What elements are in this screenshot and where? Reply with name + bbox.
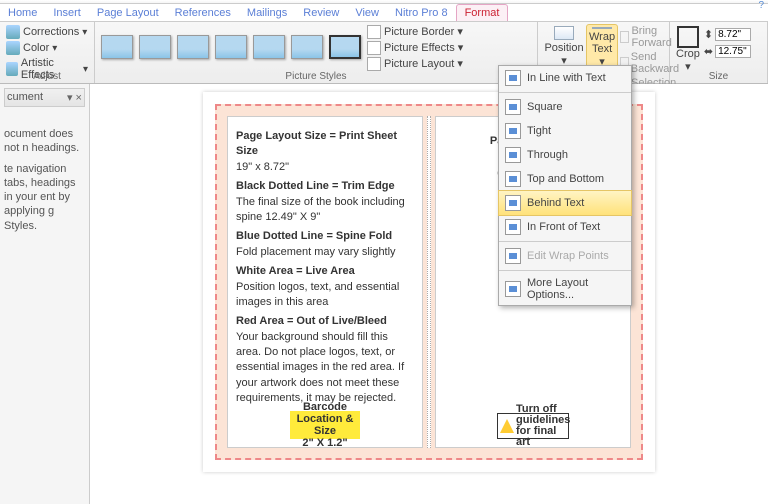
wrap-topbottom[interactable]: Top and Bottom — [499, 167, 631, 191]
tab-review[interactable]: Review — [295, 5, 347, 21]
wrap-inline[interactable]: In Line with Text — [499, 66, 631, 90]
tab-mailings[interactable]: Mailings — [239, 5, 295, 21]
tab-insert[interactable]: Insert — [45, 5, 89, 21]
color-button[interactable]: Color ▾ — [6, 40, 88, 56]
picture-layout-button[interactable]: Picture Layout ▾ — [367, 56, 469, 72]
style-thumb[interactable] — [139, 35, 171, 59]
wrap-text-button[interactable]: Wrap Text▾ — [586, 24, 618, 69]
wrap-topbottom-icon — [505, 171, 521, 187]
ribbon-tabs: Home Insert Page Layout References Maili… — [0, 4, 768, 22]
tab-pagelayout[interactable]: Page Layout — [89, 5, 167, 21]
wrap-more-options[interactable]: More Layout Options... — [499, 273, 631, 305]
tab-home[interactable]: Home — [0, 5, 45, 21]
wrap-text-menu: In Line with Text Square Tight Through T… — [498, 65, 632, 306]
height-icon: ⬍ — [704, 28, 713, 41]
more-options-icon — [505, 281, 521, 297]
wrap-inline-icon — [505, 70, 521, 86]
barcode-placeholder: Barcode Location & Size 2" X 1.2" — [290, 411, 360, 439]
width-icon: ⬌ — [704, 45, 713, 58]
wrap-tight[interactable]: Tight — [499, 119, 631, 143]
wrap-square-icon — [505, 99, 521, 115]
crop-icon — [677, 26, 699, 48]
wrap-front-icon — [505, 219, 521, 235]
position-button[interactable]: Position▾ — [544, 24, 584, 69]
document-area[interactable]: Page Layout Size = Print Sheet Size19" x… — [90, 84, 768, 504]
close-icon[interactable]: ▾ × — [67, 91, 82, 104]
group-label-adjust: Adjust — [0, 71, 94, 82]
wrap-edit-points: Edit Wrap Points — [499, 244, 631, 268]
style-thumb[interactable] — [329, 35, 361, 59]
picture-border-button[interactable]: Picture Border ▾ — [367, 24, 469, 40]
warning-box: Turn offguidelinesfor final art — [497, 413, 569, 439]
spine — [427, 116, 431, 448]
workspace: cument ▾ × ocument does not n headings. t… — [0, 84, 768, 504]
pane-text: te navigation tabs, headings in your ent… — [4, 162, 85, 233]
wrap-through[interactable]: Through — [499, 143, 631, 167]
crop-button[interactable]: Crop▾ — [676, 26, 700, 73]
group-picture-styles: Picture Border ▾ Picture Effects ▾ Pictu… — [95, 22, 538, 83]
wrap-tight-icon — [505, 123, 521, 139]
wrap-edit-icon — [505, 248, 521, 264]
tab-format[interactable]: Format — [456, 4, 509, 21]
group-label-picstyles: Picture Styles — [95, 71, 537, 82]
wrap-front[interactable]: In Front of Text — [499, 215, 631, 239]
height-field[interactable] — [715, 28, 751, 41]
wrap-behind-icon — [505, 195, 521, 211]
picture-effects-button[interactable]: Picture Effects ▾ — [367, 40, 469, 56]
wrap-behind[interactable]: Behind Text — [498, 190, 632, 216]
group-size: Crop▾ ⬍ ⬌ Size — [670, 22, 768, 83]
warning-icon — [500, 419, 514, 433]
wrap-icon — [592, 27, 612, 29]
pane-text: ocument does not n headings. — [4, 127, 85, 156]
tab-nitro[interactable]: Nitro Pro 8 — [387, 5, 456, 21]
style-thumb[interactable] — [253, 35, 285, 59]
wrap-square[interactable]: Square — [499, 95, 631, 119]
help-icon[interactable]: ? — [758, 0, 764, 11]
picture-options: Picture Border ▾ Picture Effects ▾ Pictu… — [367, 22, 469, 72]
width-field[interactable] — [715, 45, 751, 58]
tab-view[interactable]: View — [347, 5, 387, 21]
group-label-size: Size — [670, 71, 767, 82]
pane-title: cument — [7, 91, 43, 104]
back-cover-panel: Page Layout Size = Print Sheet Size19" x… — [227, 116, 423, 448]
style-thumb[interactable] — [215, 35, 247, 59]
ribbon: Corrections ▾ Color ▾ Artistic Effects ▾… — [0, 22, 768, 84]
wrap-through-icon — [505, 147, 521, 163]
style-thumb[interactable] — [101, 35, 133, 59]
style-thumb[interactable] — [291, 35, 323, 59]
group-adjust: Corrections ▾ Color ▾ Artistic Effects ▾… — [0, 22, 95, 83]
position-icon — [554, 26, 574, 40]
style-thumb[interactable] — [177, 35, 209, 59]
corrections-button[interactable]: Corrections ▾ — [6, 24, 88, 40]
tab-references[interactable]: References — [167, 5, 239, 21]
navigation-pane: cument ▾ × ocument does not n headings. t… — [0, 84, 90, 504]
